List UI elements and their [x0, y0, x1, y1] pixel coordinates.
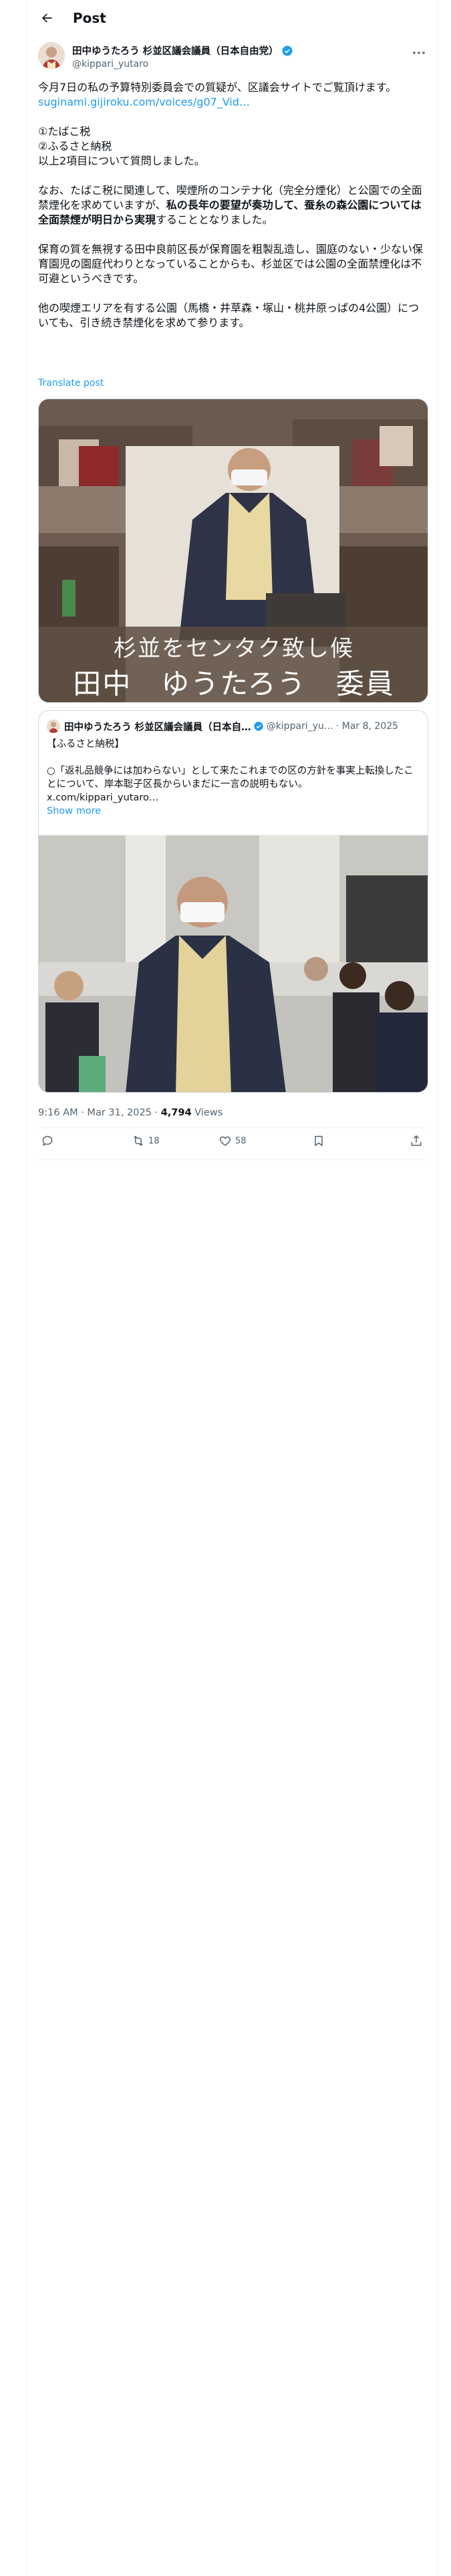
views-count: 4,794 — [160, 1107, 192, 1118]
post-line: 今月7日の私の予算特別委員会での質疑が、区議会サイトでご覧頂けます。 — [38, 81, 397, 94]
reply-button[interactable] — [41, 1134, 57, 1148]
video-caption-top: 杉並をセンタク致し候 — [114, 635, 354, 662]
quoted-video[interactable] — [39, 835, 428, 1092]
quoted-video-frame — [39, 835, 428, 1092]
page-header: Post — [27, 0, 439, 35]
heart-icon — [219, 1136, 231, 1146]
like-button[interactable]: 58 — [218, 1134, 247, 1148]
quoted-post[interactable]: 田中ゆうたろう 杉並区議会議員（日本自… @kippari_yu… · Mar … — [38, 710, 428, 1093]
arrow-left-icon — [42, 13, 52, 23]
reply-icon — [42, 1136, 53, 1146]
repost-button[interactable]: 18 — [132, 1134, 160, 1148]
author-name-text[interactable]: 田中ゆうたろう 杉並区議会議員（日本自由党） — [72, 43, 279, 58]
post-paragraph: 保育の質を無視する田中良前区長が保育園を粗製乱造し、園庭のない・少ない保育園児の… — [38, 243, 424, 285]
post-line: 以上2項目について質問しました。 — [38, 154, 205, 167]
avatar[interactable] — [38, 42, 65, 69]
bookmark-button[interactable] — [312, 1134, 325, 1148]
quoted-author-handle: @kippari_yu… — [266, 721, 333, 732]
quoted-post-header: 田中ゆうたろう 杉並区議会議員（日本自… @kippari_yu… · Mar … — [47, 719, 421, 734]
share-button[interactable] — [410, 1134, 423, 1148]
show-more-link[interactable]: Show more — [47, 804, 421, 818]
repost-icon — [134, 1136, 143, 1146]
post-timestamp[interactable]: 9:16 AM · Mar 31, 2025 · — [38, 1107, 161, 1118]
views-label: Views — [191, 1107, 223, 1118]
verified-badge-icon — [282, 45, 293, 56]
quoted-line: x.com/kippari_yutaro… — [47, 792, 159, 803]
repost-count: 18 — [148, 1136, 160, 1146]
quoted-text: 【ふるさと納税】 ○「返礼品競争には加わらない」として来たこれまでの区の方針を事… — [47, 738, 421, 818]
quoted-line: ○「返礼品競争には加わらない」として来たこれまでの区の方針を事実上転換したことに… — [47, 766, 414, 790]
quoted-avatar — [47, 720, 60, 733]
post-line: ②ふるさと納税 — [38, 140, 112, 152]
post-paragraph: 他の喫煙エリアを有する公園（馬橋・井草森・塚山・桃井原っぱの4公園）についても、… — [38, 302, 420, 329]
page-title: Post — [73, 9, 106, 26]
quoted-author-name: 田中ゆうたろう 杉並区議会議員（日本自… — [64, 722, 251, 733]
post-text-run: することとなりました。 — [156, 213, 273, 226]
post-link[interactable]: suginami.gijiroku.com/voices/g07_Vid… — [38, 95, 428, 110]
video-caption-bottom: 田中 ゆうたろう 委員 — [73, 667, 395, 700]
post-line: ①たばこ税 — [38, 125, 91, 138]
post-video[interactable]: 杉並をセンタク致し候 田中 ゆうたろう 委員 — [38, 399, 428, 703]
bookmark-icon — [315, 1136, 323, 1147]
post-timestamp-views: 9:16 AM · Mar 31, 2025 · 4,794 Views — [38, 1107, 222, 1118]
author-name[interactable]: 田中ゆうたろう 杉並区議会議員（日本自由党） — [72, 43, 293, 58]
quoted-line: 【ふるさと納税】 — [47, 739, 124, 750]
verified-badge-icon — [254, 722, 263, 731]
timeline-column: Post 田中ゆうたろう 杉並区議会議員（日本自由党） @kippari_yut… — [27, 0, 438, 2576]
back-button[interactable] — [35, 7, 58, 29]
author-handle[interactable]: @kippari_yutaro — [72, 59, 293, 70]
quoted-date: · Mar 8, 2025 — [335, 721, 399, 732]
post-actions: 18 58 — [38, 1128, 428, 1160]
like-count: 58 — [235, 1136, 247, 1146]
post-author: 田中ゆうたろう 杉並区議会議員（日本自由党） @kippari_yutaro — [38, 42, 428, 72]
post-paragraph: なお、たばこ税に関連して、喫煙所のコンテナ化（完全分煙化）と公園での全面禁煙化を… — [38, 183, 428, 227]
share-icon — [411, 1135, 422, 1146]
translate-post-link[interactable]: Translate post — [38, 378, 104, 389]
post-text: 今月7日の私の予算特別委員会での質疑が、区議会サイトでご覧頂けます。 sugin… — [38, 80, 428, 330]
more-options-icon[interactable] — [411, 45, 427, 61]
